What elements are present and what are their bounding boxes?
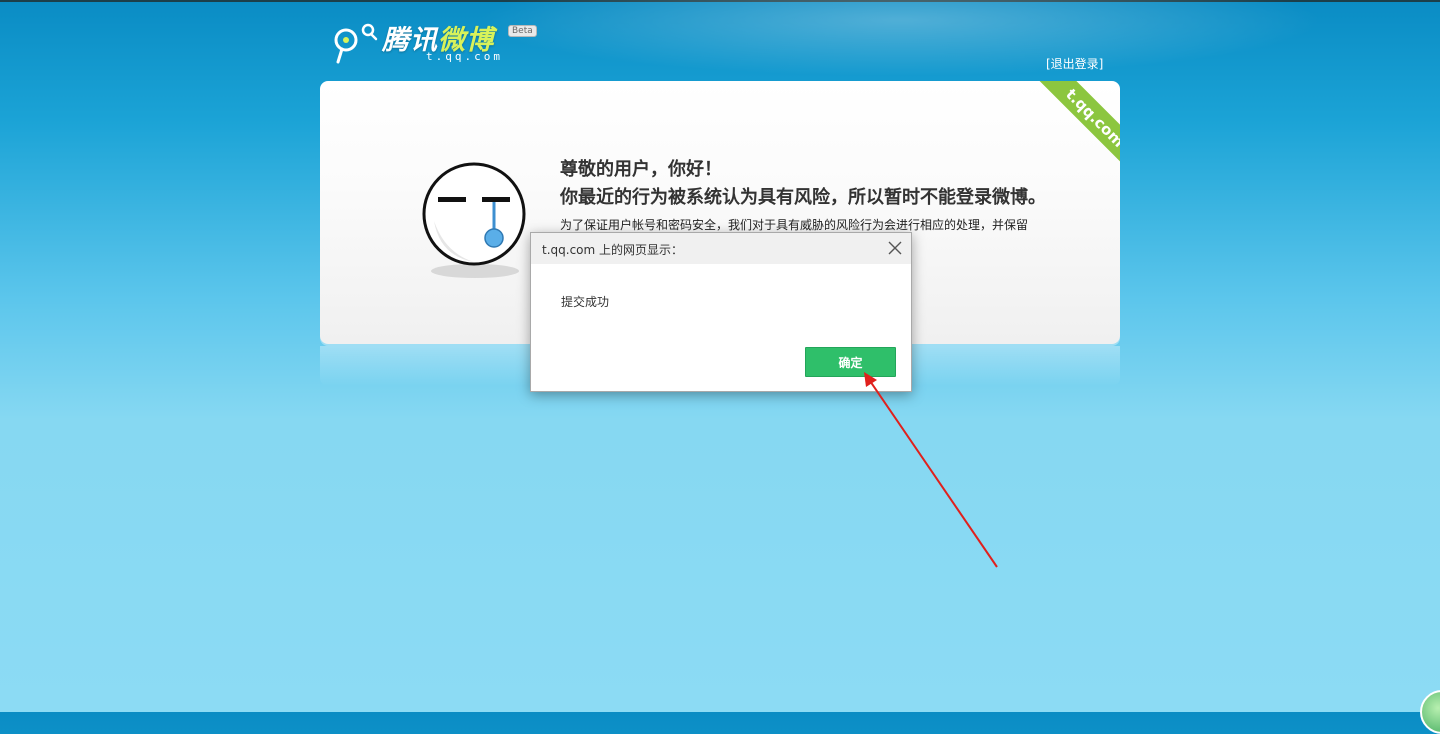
- alert-dialog: t.qq.com 上的网页显示： 提交成功 确定: [530, 232, 912, 392]
- dialog-title: t.qq.com 上的网页显示：: [542, 243, 684, 257]
- corner-ribbon: t.qq.com: [1030, 81, 1120, 171]
- greeting-text: 尊敬的用户，你好！: [560, 159, 722, 180]
- dialog-header: t.qq.com 上的网页显示：: [531, 233, 911, 264]
- ribbon-text: t.qq.com: [1032, 81, 1120, 171]
- ok-button[interactable]: 确定: [805, 347, 896, 377]
- risk-detail-text: 为了保证用户帐号和密码安全，我们对于具有威胁的风险行为会进行相应的处理，并保留: [560, 218, 1029, 232]
- logo-url: t.qq.com: [426, 50, 503, 63]
- dialog-message: 提交成功: [561, 295, 610, 309]
- floating-badge[interactable]: [1420, 690, 1440, 734]
- weibo-logo-icon: [334, 23, 378, 64]
- sad-face-icon: [422, 162, 526, 278]
- logout-link[interactable]: [退出登录]: [1046, 57, 1103, 71]
- tencent-weibo-logo[interactable]: 腾讯微博 t.qq.com Beta: [332, 18, 552, 68]
- close-icon[interactable]: [887, 240, 903, 256]
- beta-badge: Beta: [508, 25, 537, 37]
- logout-link-wrap: [退出登录]: [1046, 55, 1103, 72]
- risk-notice-text: 你最近的行为被系统认为具有风险，所以暂时不能登录微博。: [560, 187, 1046, 208]
